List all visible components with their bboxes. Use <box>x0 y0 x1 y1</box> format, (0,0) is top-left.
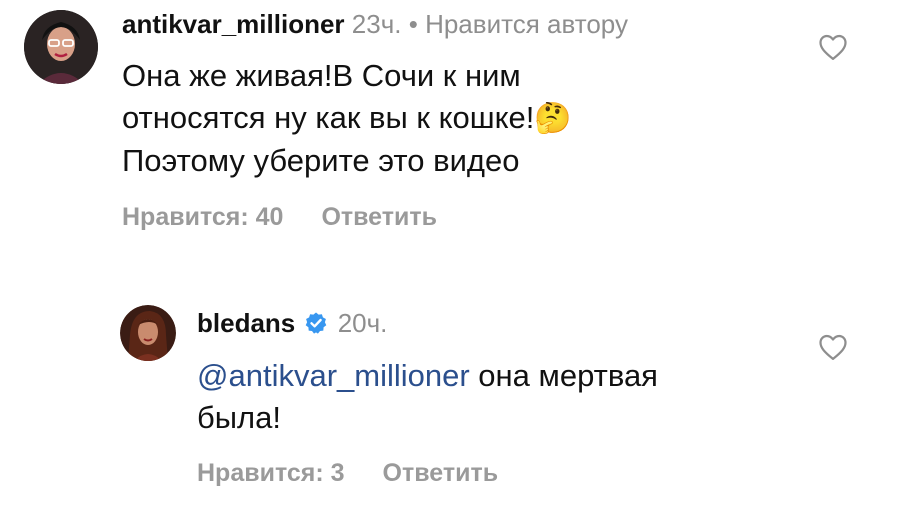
likes-count-button[interactable]: Нравится: 40 <box>122 203 283 231</box>
comment-line: @antikvar_millioner она мертвая <box>197 355 797 397</box>
reply-button[interactable]: Ответить <box>383 459 499 487</box>
heart-icon[interactable] <box>818 33 848 66</box>
comment-line: Поэтому уберите это видео <box>122 143 520 178</box>
comment-text: @antikvar_millioner она мертвая была! <box>197 355 797 439</box>
comment-username[interactable]: antikvar_millioner <box>122 9 345 39</box>
comment-text: Она же живая!В Сочи к ним относятся ну к… <box>122 55 762 182</box>
avatar-portrait-icon <box>24 10 98 84</box>
comment-line: Она же живая!В Сочи к ним <box>122 58 521 93</box>
comment-time: 23ч. <box>351 9 402 39</box>
reply-button[interactable]: Ответить <box>321 203 437 231</box>
comment-line: относятся ну как вы к кошке! <box>122 100 535 135</box>
comment-line-with-emoji: относятся ну как вы к кошке!🤔 <box>122 97 762 140</box>
comment-username[interactable]: bledans <box>197 308 295 338</box>
comment-line: была! <box>197 400 281 435</box>
avatar[interactable] <box>24 10 98 84</box>
liked-by-author-label: Нравится автору <box>425 9 628 39</box>
comment-time: 20ч. <box>337 308 388 338</box>
comment-actions: Нравится: 3 Ответить <box>197 459 536 488</box>
verified-badge-icon <box>304 308 328 344</box>
meta-separator: • <box>408 9 418 39</box>
mention-link[interactable]: @antikvar_millioner <box>197 358 470 393</box>
comment-actions: Нравится: 40 Ответить <box>122 203 475 232</box>
avatar-portrait-icon <box>120 305 176 361</box>
heart-icon[interactable] <box>818 333 848 366</box>
likes-count-button[interactable]: Нравится: 3 <box>197 459 345 487</box>
thinking-face-emoji-icon: 🤔 <box>534 102 572 135</box>
comment-line-rest: она мертвая <box>469 358 658 393</box>
avatar[interactable] <box>120 305 176 361</box>
